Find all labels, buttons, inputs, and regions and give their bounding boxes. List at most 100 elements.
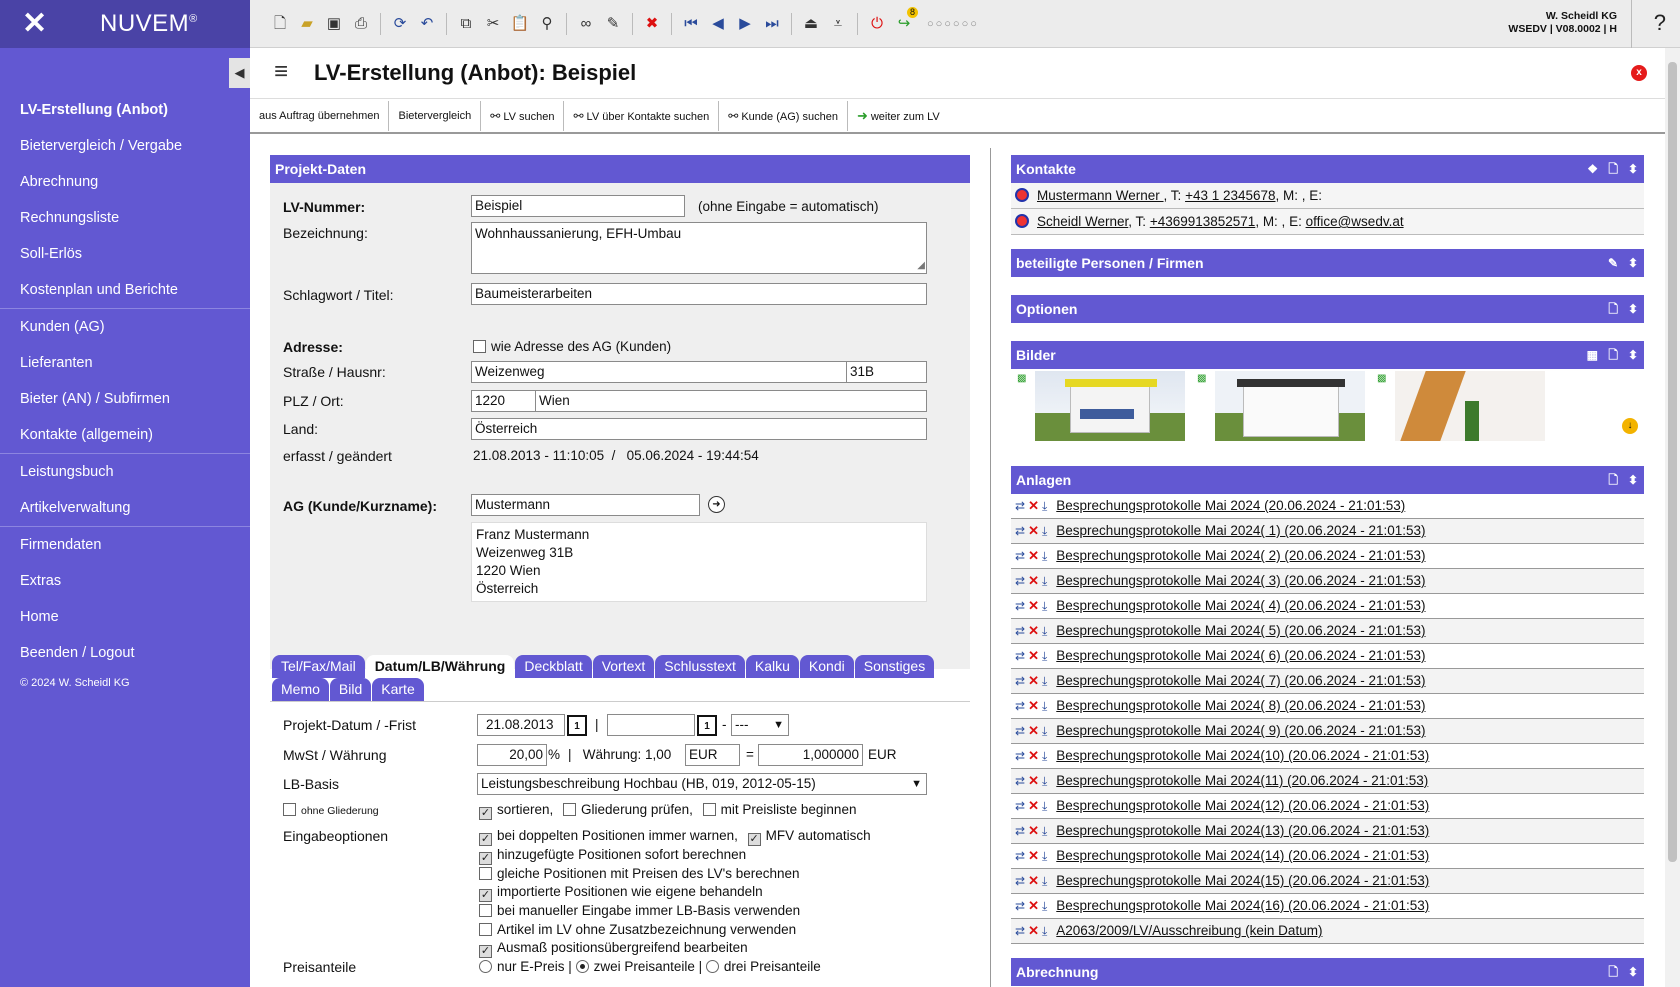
- kunde-suchen-button[interactable]: ⚯ Kunde (AG) suchen: [719, 100, 848, 131]
- sidebar-item-kostenplan[interactable]: Kostenplan und Berichte: [0, 272, 250, 308]
- download-icon[interactable]: ⤓: [1042, 624, 1047, 638]
- delete-icon[interactable]: ✕: [1028, 923, 1039, 938]
- attachment-link[interactable]: Besprechungsprotokolle Mai 2024 (20.06.2…: [1056, 498, 1405, 513]
- gliederung-pruefen-checkbox[interactable]: [563, 803, 577, 816]
- contact-name-link[interactable]: Mustermann Werner: [1037, 188, 1164, 203]
- swap-icon[interactable]: ⇄: [1015, 624, 1025, 638]
- swap-icon[interactable]: ⇄: [1015, 824, 1025, 838]
- add-image-icon[interactable]: ▦: [1587, 341, 1598, 369]
- new-document-icon[interactable]: 🗋: [270, 14, 290, 34]
- swap-icon[interactable]: ⇄: [1015, 649, 1025, 663]
- contact-email-link[interactable]: office@wsedv.at: [1306, 214, 1404, 229]
- download-icon[interactable]: ⤓: [1042, 874, 1047, 888]
- delete-icon[interactable]: ✕: [1028, 848, 1039, 863]
- delete-icon[interactable]: ✕: [1028, 573, 1039, 588]
- sidebar-item-leistungsbuch[interactable]: Leistungsbuch: [0, 454, 250, 490]
- expand-collapse-icon[interactable]: ⬍: [1628, 249, 1638, 277]
- download-icon[interactable]: ⤓: [1042, 599, 1047, 613]
- attachment-link[interactable]: Besprechungsprotokolle Mai 2024( 1) (20.…: [1056, 523, 1425, 538]
- attachment-link[interactable]: Besprechungsprotokolle Mai 2024( 2) (20.…: [1056, 548, 1425, 563]
- save-icon[interactable]: ▣: [324, 14, 344, 34]
- close-button[interactable]: x: [1631, 65, 1647, 81]
- delete-icon[interactable]: ✕: [1028, 548, 1039, 563]
- ag-input[interactable]: Mustermann: [471, 494, 700, 516]
- bezeichnung-textarea[interactable]: Wohnhaussanierung, EFH-Umbau ◢: [471, 222, 927, 274]
- scrollbar-thumb[interactable]: [1668, 62, 1677, 862]
- download-icon[interactable]: ⤓: [1042, 699, 1047, 713]
- image-thumbnail[interactable]: [1035, 371, 1185, 441]
- open-folder-icon[interactable]: ▰: [297, 14, 317, 34]
- attachment-link[interactable]: Besprechungsprotokolle Mai 2024(16) (20.…: [1056, 898, 1429, 913]
- swap-icon[interactable]: ⇄: [1015, 799, 1025, 813]
- drei-preisanteile-radio[interactable]: [705, 960, 719, 973]
- sidebar-item-logout[interactable]: Beenden / Logout: [0, 635, 250, 671]
- download-icon[interactable]: ⤓: [1042, 799, 1047, 813]
- find-icon[interactable]: ⚲: [537, 14, 557, 34]
- mit-preisliste-checkbox[interactable]: [702, 803, 716, 816]
- help-button[interactable]: ?: [1654, 10, 1666, 36]
- go-arrow-icon[interactable]: ➜: [708, 496, 725, 513]
- swap-icon[interactable]: ⇄: [1015, 749, 1025, 763]
- sidebar-item-kontakte[interactable]: Kontakte (allgemein): [0, 417, 250, 453]
- undo-icon[interactable]: ↶: [417, 14, 437, 34]
- page-scrollbar[interactable]: [1665, 48, 1680, 987]
- delete-icon[interactable]: ✕: [1028, 698, 1039, 713]
- plz-input[interactable]: 1220: [471, 390, 536, 412]
- calendar-icon[interactable]: 1: [697, 715, 717, 736]
- opt2-checkbox[interactable]: ✓: [479, 852, 492, 865]
- swap-icon[interactable]: ⇄: [1015, 574, 1025, 588]
- ohne-gliederung-option[interactable]: ohne Gliederung: [283, 803, 379, 817]
- delete-icon[interactable]: ✕: [1028, 873, 1039, 888]
- attachment-link[interactable]: Besprechungsprotokolle Mai 2024(12) (20.…: [1056, 798, 1429, 813]
- lb-basis-select[interactable]: Leistungsbeschreibung Hochbau (HB, 019, …: [477, 773, 927, 795]
- new-document-icon[interactable]: 🗋: [1608, 155, 1618, 183]
- edit-icon[interactable]: ✎: [1608, 249, 1618, 277]
- delete-icon[interactable]: ✕: [1028, 523, 1039, 538]
- attachment-link[interactable]: Besprechungsprotokolle Mai 2024(14) (20.…: [1056, 848, 1429, 863]
- sidebar-item-firmendaten[interactable]: Firmendaten: [0, 527, 250, 563]
- delete-icon[interactable]: ✕: [1028, 498, 1039, 513]
- attachment-link[interactable]: Besprechungsprotokolle Mai 2024( 9) (20.…: [1056, 723, 1425, 738]
- attachment-link[interactable]: Besprechungsprotokolle Mai 2024( 5) (20.…: [1056, 623, 1425, 638]
- opt7-checkbox[interactable]: ✓: [479, 945, 492, 959]
- sidebar-item-extras[interactable]: Extras: [0, 563, 250, 599]
- download-icon[interactable]: ↓: [1622, 418, 1638, 434]
- nur-e-preis-radio[interactable]: [479, 960, 492, 973]
- print-icon[interactable]: ⎙: [351, 14, 371, 34]
- opt4-checkbox[interactable]: ✓: [479, 889, 492, 903]
- sidebar-item-abrechnung[interactable]: Abrechnung: [0, 164, 250, 200]
- previous-record-icon[interactable]: ◀: [708, 14, 728, 34]
- zwei-preisanteile-radio[interactable]: [575, 960, 589, 973]
- swap-icon[interactable]: ⇄: [1015, 924, 1025, 938]
- sidebar-item-lv-erstellung[interactable]: LV-Erstellung (Anbot): [0, 92, 250, 128]
- next-record-icon[interactable]: ▶: [735, 14, 755, 34]
- contact-phone-link[interactable]: +4369913852571: [1150, 214, 1256, 229]
- power-icon[interactable]: ⏻: [867, 14, 887, 34]
- new-document-icon[interactable]: 🗋: [1608, 466, 1618, 494]
- tab-karte[interactable]: Karte: [372, 678, 424, 701]
- contact-phone-link[interactable]: +43 1 2345678: [1185, 188, 1275, 203]
- swap-icon[interactable]: ⇄: [1015, 524, 1025, 538]
- swap-icon[interactable]: ⇄: [1015, 599, 1025, 613]
- binoculars-icon[interactable]: ∞: [576, 14, 596, 34]
- attachment-link[interactable]: Besprechungsprotokolle Mai 2024(13) (20.…: [1056, 823, 1429, 838]
- import-icon[interactable]: ⩡: [828, 14, 848, 34]
- new-document-icon[interactable]: 🗋: [1608, 341, 1618, 369]
- swap-icon[interactable]: ⇄: [1015, 674, 1025, 688]
- opt3-checkbox[interactable]: [479, 867, 492, 880]
- export-icon[interactable]: ⏏: [801, 14, 821, 34]
- download-icon[interactable]: ⤓: [1042, 774, 1047, 788]
- ort-input[interactable]: Wien: [535, 390, 927, 412]
- strasse-input[interactable]: Weizenweg: [471, 361, 847, 383]
- opt6-checkbox[interactable]: [479, 922, 492, 936]
- paste-icon[interactable]: 📋: [510, 14, 530, 34]
- frist-input[interactable]: [607, 714, 695, 736]
- attachment-link[interactable]: Besprechungsprotokolle Mai 2024( 3) (20.…: [1056, 573, 1425, 588]
- sidebar-item-lieferanten[interactable]: Lieferanten: [0, 345, 250, 381]
- image-thumbnail[interactable]: [1215, 371, 1365, 441]
- notification-icon[interactable]: ↪ 8: [894, 7, 918, 34]
- delete-icon[interactable]: ✕: [1028, 648, 1039, 663]
- swap-icon[interactable]: ⇄: [1015, 874, 1025, 888]
- bietervergleich-button[interactable]: Bietervergleich: [389, 100, 482, 131]
- swap-icon[interactable]: ⇄: [1015, 724, 1025, 738]
